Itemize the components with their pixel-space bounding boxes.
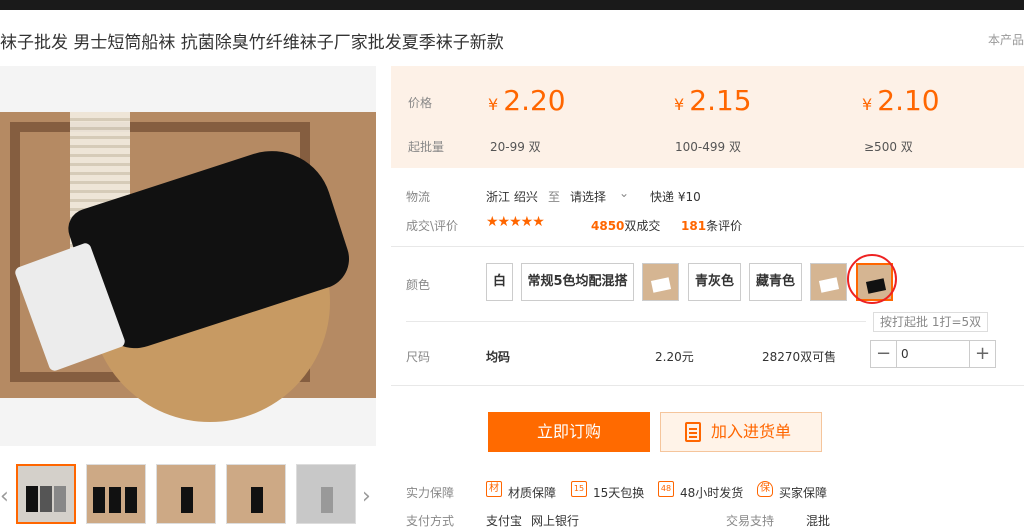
quantity-stepper: − + — [870, 340, 996, 368]
thumbnail-4[interactable] — [226, 464, 286, 524]
deal-count: 4850双成交 — [591, 219, 661, 233]
color-option-image-2[interactable] — [810, 263, 847, 301]
color-option-navy[interactable]: 藏青色 — [749, 263, 802, 301]
clipboard-icon — [685, 422, 701, 442]
price-label: 价格 — [408, 96, 433, 110]
top-navigation-bar — [0, 0, 1024, 10]
buyer-guarantee-icon: 保 — [757, 481, 773, 497]
divider — [406, 321, 866, 322]
qty-tier-3: ≥500 双 — [864, 140, 913, 154]
color-label: 颜色 — [406, 278, 431, 292]
payment-alipay: 支付宝 — [486, 514, 523, 528]
logistics-to: 至 — [548, 190, 561, 204]
material-icon: 材 — [486, 481, 502, 497]
review-count[interactable]: 181条评价 — [681, 217, 742, 234]
forty-eight-hour-icon: 48 — [658, 481, 674, 497]
thumbnail-2[interactable] — [86, 464, 146, 524]
color-option-mix[interactable]: 常规5色均配混搭 — [521, 263, 634, 301]
color-option-bluegray[interactable]: 青灰色 — [688, 263, 741, 301]
trade-support-value: 混批 — [806, 514, 831, 528]
price-tier-2: ¥ 2.15 — [674, 84, 752, 117]
stock-available: 28270双可售 — [762, 350, 837, 364]
divider — [391, 246, 1024, 247]
logistics-origin: 浙江 绍兴 — [486, 190, 538, 204]
plus-icon[interactable]: + — [969, 341, 995, 367]
batch-tip: 按打起批 1打=5双 — [873, 312, 989, 332]
main-product-image[interactable] — [0, 66, 376, 446]
size-label: 尺码 — [406, 350, 431, 364]
title-right-link[interactable]: 本产品 — [988, 31, 1024, 48]
rating-stars-icon: ★★★★★ — [486, 214, 545, 230]
payment-label: 支付方式 — [406, 514, 455, 528]
color-option-white[interactable]: 白 — [486, 263, 513, 301]
thumbnail-3[interactable] — [156, 464, 216, 524]
size-price: 2.20元 — [655, 350, 694, 364]
price-tier-1: ¥ 2.20 — [488, 84, 566, 117]
trade-label: 成交\评价 — [406, 219, 459, 233]
guarantee-48hr[interactable]: 48小时发货 — [680, 484, 743, 501]
product-title: 袜子批发 男士短筒船袜 抗菌除臭竹纤维袜子厂家批发夏季袜子新款 — [0, 33, 504, 53]
guarantee-15day[interactable]: 15天包换 — [593, 484, 644, 501]
thumb-prev-icon[interactable]: ‹ — [0, 484, 9, 509]
minus-icon[interactable]: − — [871, 341, 897, 367]
qty-tier-2: 100-499 双 — [675, 140, 741, 154]
quantity-input[interactable] — [901, 344, 961, 364]
guarantee-material[interactable]: 材质保障 — [508, 484, 556, 501]
thumbnail-5[interactable] — [296, 464, 356, 524]
price-tier-3: ¥ 2.10 — [862, 84, 940, 117]
add-to-cart-button[interactable]: 加入进货单 — [660, 412, 822, 452]
size-value: 均码 — [486, 350, 511, 364]
destination-select[interactable]: 请选择 — [570, 188, 606, 205]
thumbnail-1[interactable] — [16, 464, 76, 524]
highlight-circle — [847, 254, 897, 304]
chevron-down-icon[interactable]: ⌄ — [619, 186, 629, 200]
color-option-image-1[interactable] — [642, 263, 679, 301]
trade-support-label: 交易支持 — [726, 514, 775, 528]
guarantee-label: 实力保障 — [406, 486, 455, 500]
min-qty-label: 起批量 — [408, 140, 445, 154]
payment-bank: 网上银行 — [531, 514, 580, 528]
logistics-label: 物流 — [406, 190, 431, 204]
product-photo — [0, 112, 376, 422]
thumbnail-strip: ‹ › — [0, 464, 376, 528]
thumb-next-icon[interactable]: › — [362, 484, 371, 509]
guarantee-buyer[interactable]: 买家保障 — [779, 484, 827, 501]
qty-tier-1: 20-99 双 — [490, 140, 541, 154]
shipping-fee: 快递 ¥10 — [650, 190, 701, 204]
divider — [391, 385, 1024, 386]
buy-now-button[interactable]: 立即订购 — [488, 412, 650, 452]
price-panel: 价格 起批量 ¥ 2.20 20-99 双 ¥ 2.15 100-499 双 ¥… — [391, 66, 1024, 168]
fifteen-day-icon: 15 — [571, 481, 587, 497]
